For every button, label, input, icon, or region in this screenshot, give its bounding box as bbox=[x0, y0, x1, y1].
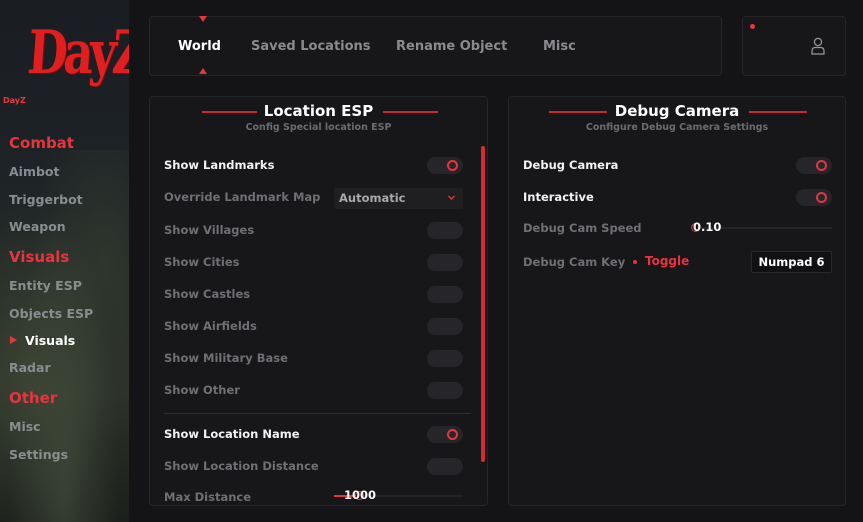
triangle-right-icon bbox=[10, 336, 17, 344]
app-logo: DayZ bbox=[25, 16, 129, 88]
active-tab-marker-top bbox=[199, 16, 207, 22]
active-tab-marker-bottom bbox=[199, 68, 207, 74]
debug-cam-key-label: Debug Cam Key bbox=[523, 255, 626, 269]
nav-item-triggerbot[interactable]: Triggerbot bbox=[9, 192, 83, 207]
show-cities-toggle[interactable] bbox=[427, 254, 463, 271]
show-villages-toggle[interactable] bbox=[427, 222, 463, 239]
show-airfields-toggle[interactable] bbox=[427, 318, 463, 335]
dropdown-value: Automatic bbox=[339, 191, 406, 205]
nav-category-combat: Combat bbox=[9, 134, 74, 152]
location-esp-subtitle: Config Special location ESP bbox=[245, 122, 392, 133]
keybind-mode-dot bbox=[633, 260, 637, 264]
max-distance-label: Max Distance bbox=[164, 490, 252, 504]
show-location-name-label: Show Location Name bbox=[164, 427, 300, 441]
keybind-button[interactable]: Numpad 6 bbox=[751, 251, 832, 273]
profile-box[interactable] bbox=[742, 16, 846, 76]
debug-camera-toggle[interactable] bbox=[796, 157, 832, 174]
nav-item-misc[interactable]: Misc bbox=[9, 419, 41, 434]
show-other-label: Show Other bbox=[164, 383, 240, 397]
debug-cam-speed-label: Debug Cam Speed bbox=[523, 221, 642, 235]
nav-item-weapon[interactable]: Weapon bbox=[9, 219, 66, 234]
max-distance-value: 1000 bbox=[344, 488, 377, 502]
tab-saved-locations[interactable]: Saved Locations bbox=[251, 39, 371, 54]
show-location-distance-toggle[interactable] bbox=[427, 458, 463, 475]
show-military-base-toggle[interactable] bbox=[427, 350, 463, 367]
location-esp-scrollbar[interactable] bbox=[481, 146, 485, 462]
show-location-name-toggle[interactable] bbox=[427, 426, 463, 443]
override-landmark-map-dropdown[interactable]: Automatic bbox=[334, 188, 463, 209]
tab-bar: World Saved Locations Rename Object Misc bbox=[149, 16, 722, 76]
show-cities-label: Show Cities bbox=[164, 255, 240, 269]
debug-cam-speed-value: 0.10 bbox=[693, 220, 722, 234]
user-icon[interactable] bbox=[811, 37, 825, 55]
nav-item-visuals[interactable]: Visuals bbox=[25, 333, 75, 348]
nav-item-aimbot[interactable]: Aimbot bbox=[9, 164, 60, 179]
section-divider bbox=[164, 413, 471, 414]
show-airfields-label: Show Airfields bbox=[164, 319, 257, 333]
override-landmark-map-label: Override Landmark Map bbox=[164, 190, 321, 204]
debug-camera-label: Debug Camera bbox=[523, 158, 619, 172]
show-other-toggle[interactable] bbox=[427, 382, 463, 399]
show-landmarks-label: Show Landmarks bbox=[164, 158, 275, 172]
notification-dot bbox=[750, 24, 755, 29]
sidebar: DayZ DayZ Combat Aimbot Triggerbot Weapo… bbox=[0, 0, 129, 522]
nav-category-visuals: Visuals bbox=[9, 248, 70, 266]
keybind-value: Numpad 6 bbox=[758, 255, 825, 269]
nav-item-objects-esp[interactable]: Objects ESP bbox=[9, 306, 93, 321]
chevron-down-icon bbox=[448, 195, 455, 200]
title-accent-right bbox=[749, 111, 807, 113]
debug-camera-subtitle: Configure Debug Camera Settings bbox=[585, 122, 769, 133]
interactive-label: Interactive bbox=[523, 190, 594, 204]
brand-name: DayZ bbox=[3, 96, 26, 105]
show-castles-toggle[interactable] bbox=[427, 286, 463, 303]
show-villages-label: Show Villages bbox=[164, 223, 255, 237]
nav-item-entity-esp[interactable]: Entity ESP bbox=[9, 278, 82, 293]
show-landmarks-toggle[interactable] bbox=[427, 157, 463, 174]
keybind-mode[interactable]: Toggle bbox=[645, 254, 689, 268]
show-castles-label: Show Castles bbox=[164, 287, 251, 301]
nav-item-radar[interactable]: Radar bbox=[9, 360, 51, 375]
tab-rename-object[interactable]: Rename Object bbox=[396, 39, 507, 54]
interactive-toggle[interactable] bbox=[796, 189, 832, 206]
tab-world[interactable]: World bbox=[178, 39, 221, 54]
tab-misc[interactable]: Misc bbox=[543, 39, 576, 54]
show-location-distance-label: Show Location Distance bbox=[164, 459, 319, 473]
show-military-base-label: Show Military Base bbox=[164, 351, 288, 365]
nav-category-other: Other bbox=[9, 389, 58, 407]
nav-item-settings[interactable]: Settings bbox=[9, 447, 68, 462]
title-accent-right bbox=[383, 111, 438, 113]
